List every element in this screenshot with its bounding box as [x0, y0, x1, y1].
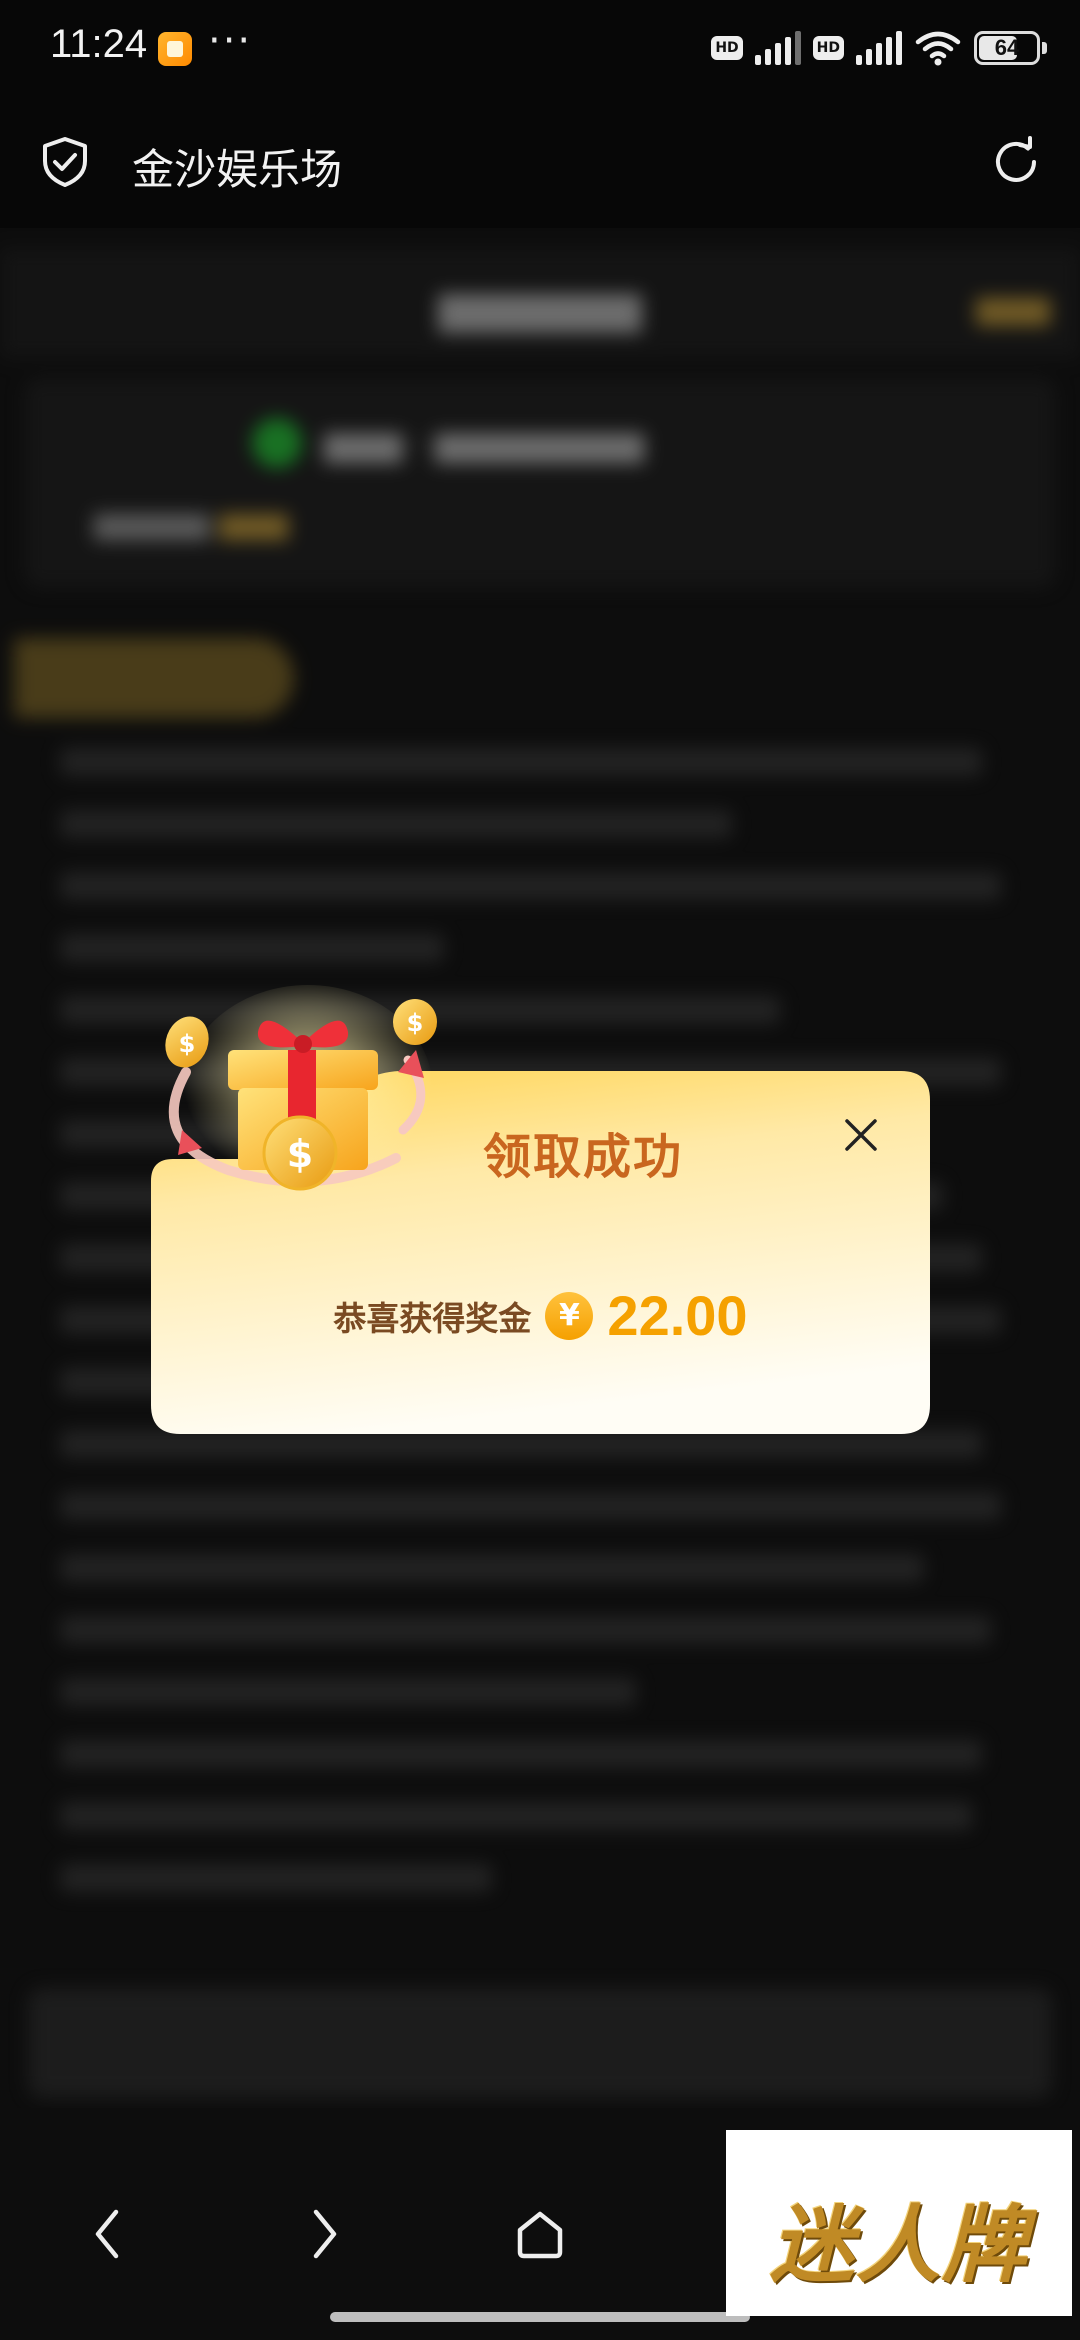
notification-app-icon [158, 32, 192, 66]
status-bar: 11:24 ··· HD HD 64 [0, 0, 1080, 96]
svg-text:$: $ [179, 1030, 196, 1058]
home-button[interactable] [508, 2202, 572, 2266]
background-section-pill [14, 638, 294, 718]
yen-coin-icon: ¥ [545, 1291, 594, 1340]
home-indicator[interactable] [330, 2312, 750, 2322]
gift-box-icon: $ $ $ [165, 985, 437, 1195]
hd-badge: HD [711, 36, 743, 60]
hd-badge: HD [812, 36, 844, 60]
battery-icon: 64 [974, 31, 1047, 65]
status-icons: HD HD 64 [711, 24, 1047, 72]
home-icon [517, 2211, 563, 2259]
background-bottom-button [28, 1988, 1052, 2098]
browser-toolbar: 金沙娱乐场 [0, 96, 1080, 228]
wifi-icon [915, 31, 961, 66]
chevron-right-icon [313, 2209, 337, 2259]
background-header: ▆▆▆▆▆▆ ▆▆▆ [0, 248, 1080, 358]
reward-row: 恭喜获得奖金 ¥ 22.00 [151, 1283, 930, 1348]
signal-icon [856, 31, 902, 65]
background-card: ▆▆▆ · ▆▆▆▆▆▆▆▆ ▆▆▆▆▆ ▆▆▆ [24, 378, 1056, 588]
svg-text:$: $ [287, 1132, 313, 1176]
page-title: 金沙娱乐场 [132, 145, 343, 194]
reward-label: 恭喜获得奖金 [333, 1298, 532, 1338]
chevron-left-icon [95, 2209, 119, 2259]
signal-icon [754, 31, 801, 65]
svg-text:$: $ [407, 1009, 424, 1037]
dialog-title: 领取成功 [483, 1129, 684, 1185]
status-time: 11:24 [50, 22, 148, 66]
forward-button[interactable] [292, 2202, 356, 2266]
battery-level: 64 [994, 35, 1020, 60]
watermark-text: 迷人牌 [769, 2195, 1028, 2294]
back-button[interactable] [76, 2202, 140, 2266]
refresh-icon[interactable] [990, 136, 1042, 188]
watermark-logo: 迷人牌 [726, 2130, 1072, 2316]
shield-check-icon[interactable] [40, 136, 90, 188]
more-notifications-icon: ··· [208, 18, 253, 64]
close-icon[interactable] [837, 1111, 885, 1159]
reward-amount: 22.00 [607, 1284, 748, 1347]
